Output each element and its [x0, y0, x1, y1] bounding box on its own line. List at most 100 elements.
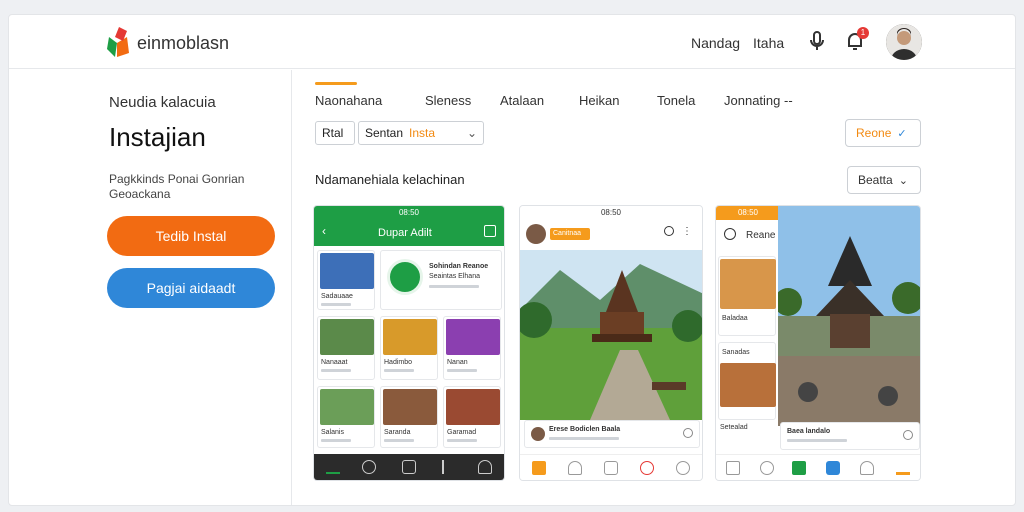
chevron-down-icon: ⌄ [466, 126, 477, 140]
explore-icon[interactable] [568, 461, 582, 475]
bottom-accent-strip [313, 505, 505, 506]
profile-sub: Seaintas Elhana [429, 273, 480, 280]
card-line [321, 303, 351, 306]
pin-icon[interactable] [860, 461, 874, 475]
chevron-down-icon: ✓ [897, 128, 907, 140]
home-icon[interactable] [792, 461, 806, 475]
filter-rtal[interactable]: Rtal [315, 121, 355, 145]
secondary-button[interactable]: Pagjai aidaadt [107, 268, 275, 308]
card-label: Sadauaae [321, 293, 353, 300]
home-icon[interactable] [532, 461, 546, 475]
thumbnail [320, 389, 374, 425]
top-link-itaha[interactable]: Itaha [753, 35, 784, 51]
back-icon[interactable]: ‹ [322, 224, 326, 238]
screenshot-phone-1[interactable]: 08:50 ‹ Dupar Adilt Sadauaae Sohindan Re… [313, 205, 505, 481]
filter-dropdown[interactable]: Sentan Insta ⌄ [358, 121, 484, 145]
status-bar: 08:50 [314, 206, 504, 220]
share-icon[interactable] [484, 225, 496, 237]
app-window: einmoblasn Nandag Itaha 1 Neudia kalacui… [8, 14, 1016, 506]
phone1-card[interactable]: Nanaaat [317, 316, 375, 380]
thumbnail [383, 319, 437, 355]
thumbnail [446, 389, 500, 425]
active-tab-indicator [315, 82, 357, 85]
profile-icon[interactable] [676, 461, 690, 475]
phone1-card[interactable]: Garamad [443, 386, 501, 448]
caption-line [549, 437, 619, 440]
caption-text: Erese Bodiclen Baala [549, 426, 621, 433]
mic-icon[interactable] [805, 29, 829, 53]
phone1-card[interactable]: Nanan [443, 316, 501, 380]
screenshot-phone-2[interactable]: 08:50 Canitnaa ⋮ Erese Bodiclen Baala [519, 205, 703, 481]
card-line [321, 369, 351, 372]
card-label: Hadimbo [384, 359, 413, 366]
card-line [384, 369, 414, 372]
more-icon[interactable]: ⋮ [682, 226, 692, 237]
thumbnail [720, 363, 776, 407]
screenshot-phone-3[interactable]: 08:50 Reane Baladaa Sanadas Setealad Bae [715, 205, 921, 481]
tab-1[interactable]: Sleness [425, 93, 471, 108]
select-beatta[interactable]: Beatta ⌄ [847, 166, 921, 194]
brand-logo[interactable] [105, 23, 133, 57]
notification-badge: 1 [857, 27, 869, 39]
tab-2[interactable]: Atalaan [500, 93, 544, 108]
tab-5[interactable]: Jonnating -- [724, 93, 793, 108]
phone1-title: Dupar Adilt [378, 227, 432, 239]
camera-icon[interactable] [604, 461, 618, 475]
pagoda-photo [778, 206, 920, 426]
phone1-card[interactable]: Sadauaae [317, 250, 375, 310]
location-icon[interactable] [640, 461, 654, 475]
select-reone[interactable]: Reone ✓ [845, 119, 921, 147]
caption-card[interactable]: Baea landalo [780, 422, 920, 450]
card-label: Sanadas [722, 349, 750, 356]
grid-icon[interactable] [726, 461, 740, 475]
profile-icon[interactable] [478, 460, 492, 474]
card-line [384, 439, 414, 442]
clock-icon[interactable] [760, 461, 774, 475]
tab-4[interactable]: Tonela [657, 93, 695, 108]
temple-photo [520, 250, 702, 420]
card-line [321, 439, 351, 442]
search-icon[interactable] [362, 460, 376, 474]
bookmark-icon[interactable] [683, 428, 693, 438]
bookmark-icon[interactable] [903, 430, 913, 440]
tab-3[interactable]: Heikan [579, 93, 619, 108]
caption-avatar [531, 427, 545, 441]
card-line [447, 369, 477, 372]
chevron-down-icon: ⌄ [898, 175, 908, 187]
top-link-nandag[interactable]: Nandag [691, 35, 740, 51]
status-bar: 08:50 [716, 206, 780, 220]
edit-icon[interactable] [442, 460, 456, 474]
phone1-card[interactable]: Salanis [317, 386, 375, 448]
phone1-card[interactable]: Saranda [380, 386, 438, 448]
select-beatta-label: Beatta [858, 173, 893, 187]
thumbnail [446, 319, 500, 355]
card-label: Nanaaat [321, 359, 348, 366]
phone2-bottom-nav [520, 454, 702, 480]
apps-icon[interactable] [402, 460, 416, 474]
phone3-card[interactable]: Baladaa [718, 256, 776, 336]
profile-icon[interactable] [896, 461, 910, 475]
home-icon[interactable] [326, 460, 340, 474]
phone1-profile-card[interactable]: Sohindan Reanoe Seaintas Elhana [380, 250, 502, 310]
chat-icon[interactable] [826, 461, 840, 475]
caption-card[interactable]: Erese Bodiclen Baala [524, 420, 700, 448]
phone3-bottom-nav [716, 454, 920, 480]
top-bar: einmoblasn Nandag Itaha 1 [9, 15, 1015, 69]
thumbnail [720, 259, 776, 309]
card-line [447, 439, 477, 442]
sidebar-subtitle: Neudia kalacuia [109, 94, 216, 111]
install-button[interactable]: Tedib Instal [107, 216, 275, 256]
card-label: Salanis [321, 429, 344, 436]
phone3-card[interactable]: Sanadas [718, 342, 776, 420]
phone1-card[interactable]: Hadimbo [380, 316, 438, 380]
tab-0[interactable]: Naonahana [315, 93, 382, 108]
phone3-title: Reane [746, 230, 776, 241]
thumbnail [320, 253, 374, 289]
user-avatar[interactable] [886, 24, 922, 60]
caption-text: Baea landalo [787, 428, 831, 435]
profile-avatar [526, 224, 546, 244]
brand-name[interactable]: einmoblasn [137, 33, 229, 54]
section-heading: Ndamanehiala kelachinan [315, 172, 465, 187]
search-icon[interactable] [724, 228, 736, 240]
search-icon[interactable] [664, 226, 674, 236]
